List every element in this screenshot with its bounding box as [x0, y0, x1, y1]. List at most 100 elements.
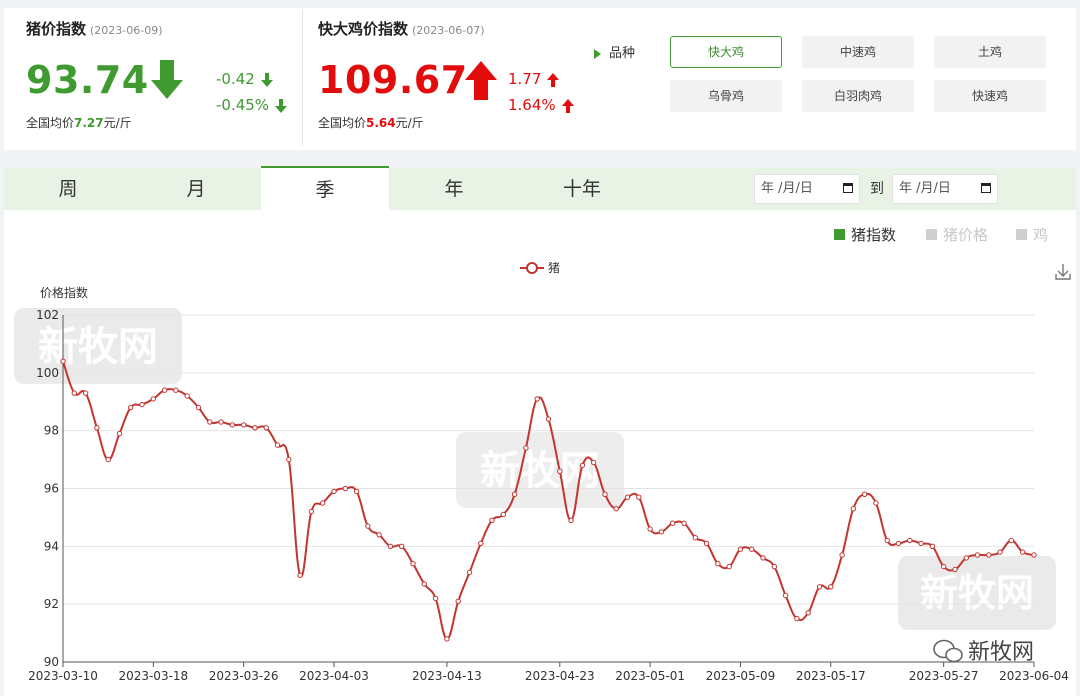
tab-year[interactable]: 年: [390, 168, 518, 210]
data-point[interactable]: [941, 563, 947, 570]
data-point[interactable]: [568, 517, 574, 523]
data-point[interactable]: [974, 552, 981, 558]
start-date-input[interactable]: 年 /月/日: [754, 174, 860, 204]
data-point[interactable]: [320, 500, 326, 506]
data-point[interactable]: [760, 555, 766, 561]
data-point[interactable]: [365, 523, 371, 529]
data-point[interactable]: [489, 517, 495, 523]
data-point[interactable]: [952, 566, 958, 573]
data-point[interactable]: [613, 506, 619, 512]
data-point[interactable]: [873, 500, 879, 506]
end-date-input[interactable]: 年 /月/日: [892, 174, 998, 204]
data-point[interactable]: [534, 396, 540, 402]
data-point[interactable]: [1031, 552, 1037, 558]
data-point[interactable]: [794, 615, 800, 622]
data-point[interactable]: [828, 584, 834, 590]
data-point[interactable]: [782, 592, 789, 599]
data-point[interactable]: [195, 404, 202, 411]
data-point[interactable]: [82, 390, 89, 396]
breed-button-kuaidaji[interactable]: 快大鸡: [670, 36, 782, 68]
data-point[interactable]: [387, 543, 394, 549]
data-point[interactable]: [681, 520, 687, 526]
data-point[interactable]: [455, 598, 461, 604]
data-point[interactable]: [658, 529, 665, 535]
data-point[interactable]: [929, 543, 936, 549]
data-point[interactable]: [1020, 549, 1026, 555]
data-point[interactable]: [308, 508, 315, 515]
data-point[interactable]: [771, 563, 777, 570]
data-point[interactable]: [410, 561, 416, 567]
data-point[interactable]: [71, 390, 78, 396]
data-point[interactable]: [749, 546, 755, 552]
legend-toggle-pig-price[interactable]: 猪价格: [926, 224, 988, 245]
data-point[interactable]: [963, 555, 969, 561]
data-point[interactable]: [274, 442, 281, 448]
data-point[interactable]: [715, 561, 721, 567]
data-point[interactable]: [523, 445, 529, 451]
data-point[interactable]: [263, 425, 269, 431]
data-point[interactable]: [670, 520, 676, 526]
data-point[interactable]: [60, 358, 66, 364]
data-point[interactable]: [511, 491, 518, 497]
data-point[interactable]: [173, 387, 179, 393]
breed-button-baiyurouji[interactable]: 白羽肉鸡: [802, 80, 914, 112]
data-point[interactable]: [703, 540, 710, 547]
series-legend[interactable]: 猪: [520, 261, 560, 275]
data-point[interactable]: [884, 537, 890, 544]
data-point[interactable]: [997, 549, 1003, 555]
data-point[interactable]: [184, 393, 190, 399]
data-point[interactable]: [297, 572, 303, 578]
data-point[interactable]: [737, 546, 744, 552]
breed-button-kuaisuji[interactable]: 快速鸡: [934, 80, 1046, 112]
data-point[interactable]: [353, 488, 360, 495]
breed-button-zhongsuji[interactable]: 中速鸡: [802, 36, 914, 68]
data-point[interactable]: [805, 610, 811, 616]
data-point[interactable]: [692, 535, 698, 541]
download-icon[interactable]: [1055, 264, 1071, 280]
data-point[interactable]: [1008, 537, 1015, 544]
legend-toggle-pig-index[interactable]: 猪指数: [834, 224, 896, 245]
data-point[interactable]: [636, 494, 642, 500]
data-point[interactable]: [726, 563, 732, 570]
data-point[interactable]: [286, 456, 292, 463]
calendar-icon[interactable]: [843, 183, 853, 193]
data-point[interactable]: [579, 462, 586, 469]
data-point[interactable]: [116, 430, 123, 437]
data-point[interactable]: [444, 636, 450, 642]
data-point[interactable]: [432, 595, 439, 602]
data-point[interactable]: [907, 537, 913, 544]
data-point[interactable]: [839, 552, 845, 558]
data-point[interactable]: [557, 468, 563, 474]
data-point[interactable]: [816, 584, 823, 590]
data-point[interactable]: [229, 422, 236, 428]
data-point[interactable]: [421, 581, 427, 587]
tab-quarter[interactable]: 季: [261, 166, 389, 212]
calendar-icon[interactable]: [981, 183, 991, 193]
breed-button-wuguji[interactable]: 乌骨鸡: [670, 80, 782, 112]
tab-ten-years[interactable]: 十年: [518, 168, 646, 210]
legend-toggle-chicken[interactable]: 鸡: [1016, 224, 1048, 245]
data-point[interactable]: [94, 425, 100, 431]
data-point[interactable]: [850, 506, 856, 512]
data-point[interactable]: [252, 425, 258, 431]
data-point[interactable]: [342, 485, 348, 492]
data-point[interactable]: [207, 419, 213, 425]
data-point[interactable]: [647, 526, 653, 532]
tab-week[interactable]: 周: [4, 168, 132, 210]
data-point[interactable]: [150, 396, 157, 402]
data-point[interactable]: [918, 540, 924, 547]
data-point[interactable]: [331, 488, 337, 495]
data-point[interactable]: [161, 387, 168, 393]
data-point[interactable]: [139, 401, 145, 408]
data-point[interactable]: [478, 540, 484, 547]
data-point[interactable]: [376, 532, 382, 538]
data-point[interactable]: [241, 422, 247, 428]
data-point[interactable]: [895, 540, 902, 547]
breed-button-tuji[interactable]: 土鸡: [934, 36, 1046, 68]
data-point[interactable]: [218, 419, 224, 425]
data-point[interactable]: [545, 416, 552, 422]
data-point[interactable]: [105, 456, 111, 463]
data-point[interactable]: [591, 459, 597, 466]
data-point[interactable]: [624, 494, 631, 500]
data-point[interactable]: [500, 511, 506, 518]
